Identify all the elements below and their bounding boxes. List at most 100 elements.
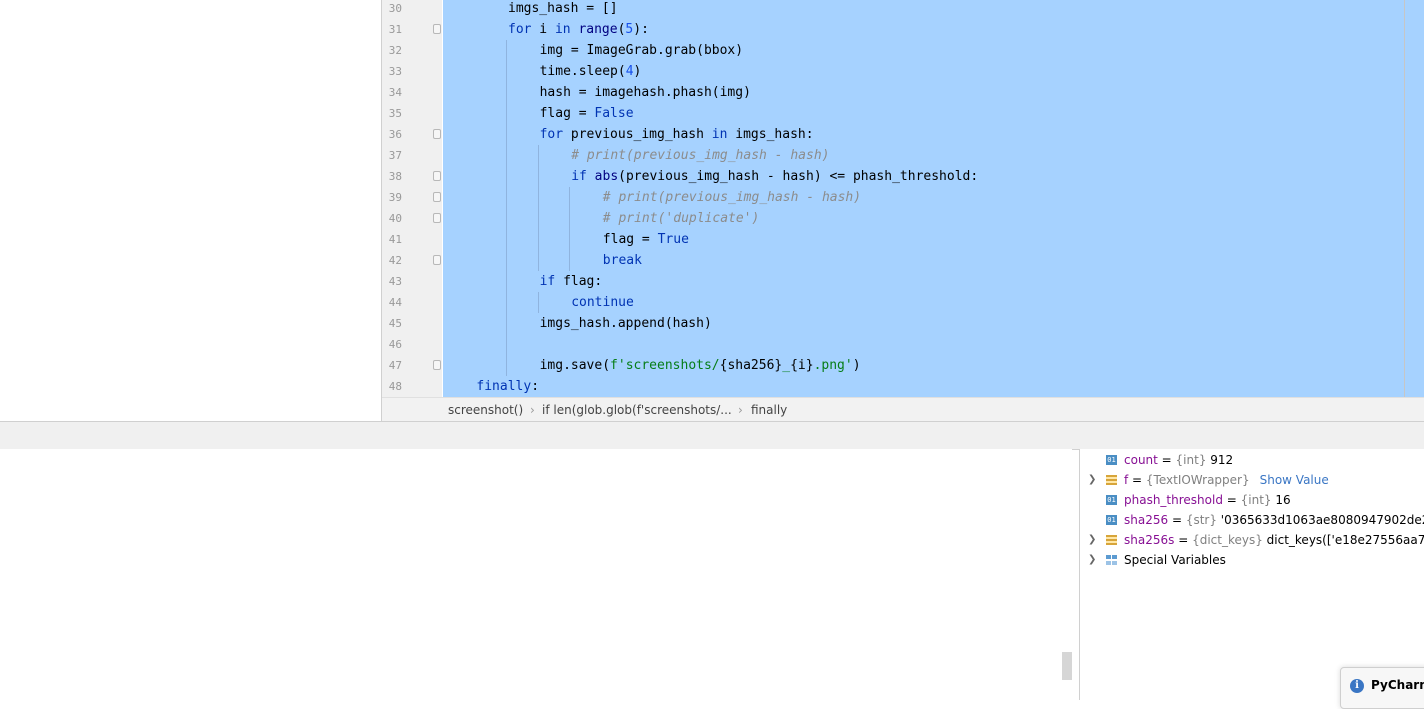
chevron-right-icon[interactable]: ❯ (1088, 530, 1096, 550)
debug-console[interactable] (0, 449, 1072, 700)
indent-guide (506, 334, 507, 355)
breadcrumb-item-finally[interactable]: finally (751, 398, 787, 422)
code-line[interactable]: 30 imgs_hash = [] (382, 0, 1424, 19)
line-number: 31 (388, 23, 402, 36)
code-text: hash = imagehash.phash(img) (539, 85, 751, 100)
code-line[interactable]: 39 # print(previous_img_hash - hash) (382, 187, 1424, 208)
grid-icon (1106, 555, 1117, 565)
line-number: 40 (388, 212, 402, 225)
code-text: continue (571, 295, 634, 310)
indent-guide (506, 124, 507, 145)
line-number: 36 (388, 128, 402, 141)
code-line[interactable]: 42 break (382, 250, 1424, 271)
code-text: # print('duplicate') (602, 211, 760, 226)
indent-guide (506, 61, 507, 82)
code-line[interactable]: 48 finally: (382, 376, 1424, 397)
line-number: 47 (388, 359, 402, 372)
variable-value: 912 (1206, 453, 1234, 467)
indent-guide (537, 250, 539, 271)
code-line[interactable]: 43 if flag: (382, 271, 1424, 292)
code-text: time.sleep(4) (539, 64, 642, 79)
breadcrumb-item-function[interactable]: screenshot() (448, 398, 523, 422)
indent-guide (506, 187, 507, 208)
variable-row-count[interactable]: 01 count = {int} 912 (1080, 450, 1424, 470)
line-number: 34 (388, 86, 402, 99)
indent-guide (506, 355, 507, 376)
code-line[interactable]: 38 if abs(previous_img_hash - hash) <= ph… (382, 166, 1424, 187)
variable-type: {str} (1185, 513, 1217, 527)
line-number: 43 (388, 275, 402, 288)
code-text: if abs(previous_img_hash - hash) <= phas… (571, 169, 979, 184)
variable-value: 16 (1271, 493, 1291, 507)
code-line[interactable]: 33 time.sleep(4) (382, 61, 1424, 82)
indent-guide (537, 187, 539, 208)
show-value-link[interactable]: Show Value (1260, 473, 1329, 487)
code-line[interactable]: 40 # print('duplicate') (382, 208, 1424, 229)
code-line[interactable]: 45 imgs_hash.append(hash) (382, 313, 1424, 334)
variable-text: phash_threshold = {int} 16 (1124, 490, 1291, 510)
variable-row-phash_threshold[interactable]: 01 phash_threshold = {int} 16 (1080, 490, 1424, 510)
fold-marker-icon[interactable] (433, 171, 441, 181)
fold-marker-icon[interactable] (433, 213, 441, 223)
fold-marker-icon[interactable] (433, 192, 441, 202)
code-line[interactable]: 47 img.save(f'screenshots/{sha256}_{i}.pn… (382, 355, 1424, 376)
pycharm-notification[interactable]: i PyCharm (1340, 667, 1424, 709)
variable-type: {int} (1240, 493, 1272, 507)
variable-type: {TextIOWrapper} (1145, 473, 1250, 487)
equals-sign: = (1157, 453, 1176, 467)
code-text: img = ImageGrab.grab(bbox) (539, 43, 744, 58)
code-line[interactable]: 31 for i in range(5): (382, 19, 1424, 40)
breadcrumb-item-if[interactable]: if len(glob.glob(f'screenshots/... (542, 398, 732, 422)
line-number: 35 (388, 107, 402, 120)
code-line[interactable]: 46 (382, 334, 1424, 355)
chevron-right-icon[interactable]: ❯ (1088, 470, 1096, 490)
line-number: 39 (388, 191, 402, 204)
code-line[interactable]: 36 for previous_img_hash in imgs_hash: (382, 124, 1424, 145)
indent-guide (569, 229, 571, 250)
object-type-icon (1106, 535, 1117, 545)
indent-guide (506, 292, 507, 313)
line-number: 32 (388, 44, 402, 57)
fold-marker-icon[interactable] (433, 255, 441, 265)
variable-type: {int} (1175, 453, 1207, 467)
primitive-type-icon: 01 (1106, 455, 1117, 465)
code-text: flag = False (539, 106, 634, 121)
equals-sign: = (1168, 513, 1186, 527)
chevron-right-icon[interactable]: ❯ (1088, 550, 1096, 570)
variable-row-sha256s[interactable]: ❯ sha256s = {dict_keys} dict_keys(['e18e2… (1080, 530, 1424, 550)
fold-marker-icon[interactable] (433, 24, 441, 34)
code-text: if flag: (539, 274, 603, 289)
fold-marker-icon[interactable] (433, 129, 441, 139)
variable-value: '0365633d1063ae8080947902de2d18 (1220, 513, 1424, 527)
variable-row-sha256[interactable]: 01 sha256 = {str} '0365633d1063ae80809479… (1080, 510, 1424, 530)
code-editor[interactable]: 30 imgs_hash = [] 31 for i in range(5): 32 im… (382, 0, 1424, 397)
indent-guide (506, 271, 507, 292)
variable-text: count = {int} 912 (1124, 450, 1233, 470)
code-line[interactable]: 34 hash = imagehash.phash(img) (382, 82, 1424, 103)
code-line[interactable]: 41 flag = True (382, 229, 1424, 250)
code-text: break (602, 253, 642, 268)
code-text: finally: (476, 379, 540, 394)
variable-name: sha256s (1124, 533, 1175, 547)
special-variables-row[interactable]: ❯ Special Variables (1080, 550, 1424, 570)
code-line[interactable]: 37 # print(previous_img_hash - hash) (382, 145, 1424, 166)
line-number: 33 (388, 65, 402, 78)
code-line[interactable]: 35 flag = False (382, 103, 1424, 124)
variable-row-f[interactable]: ❯ f = {TextIOWrapper} Show Value (1080, 470, 1424, 490)
code-text: for i in range(5): (508, 22, 649, 37)
debug-toolbar (0, 421, 1424, 450)
project-panel (0, 0, 382, 421)
indent-guide (506, 103, 507, 124)
code-line[interactable]: 32 img = ImageGrab.grab(bbox) (382, 40, 1424, 61)
line-number: 38 (388, 170, 402, 183)
code-line[interactable]: 44 continue (382, 292, 1424, 313)
line-number: 46 (388, 338, 402, 351)
equals-sign: = (1222, 493, 1241, 507)
line-number: 30 (388, 2, 402, 15)
variable-text: sha256s = {dict_keys} dict_keys(['e18e27… (1124, 530, 1424, 550)
fold-marker-icon[interactable] (433, 360, 441, 370)
indent-guide (537, 145, 539, 166)
special-variables-label: Special Variables (1124, 553, 1226, 567)
indent-guide (506, 145, 507, 166)
console-scrollbar[interactable] (1062, 652, 1072, 680)
